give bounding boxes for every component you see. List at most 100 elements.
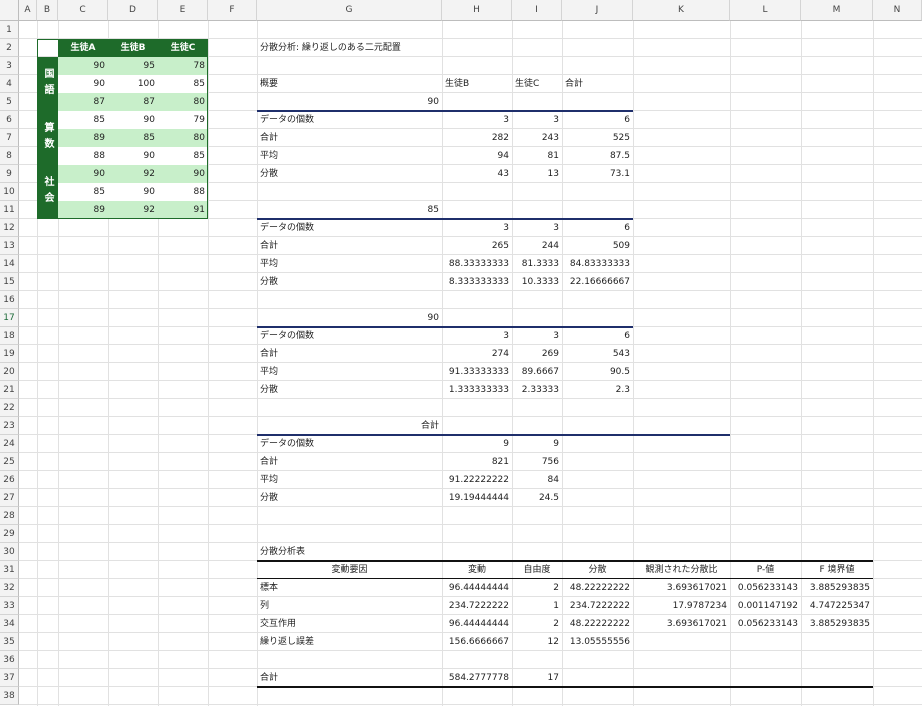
anova-value[interactable]: 0.056233143: [730, 615, 801, 633]
score-cell[interactable]: 90: [158, 165, 208, 183]
row-header-6[interactable]: 6: [0, 111, 19, 129]
stat-value[interactable]: 525: [562, 129, 633, 147]
score-cell[interactable]: 90: [58, 75, 108, 93]
row-header-3[interactable]: 3: [0, 57, 19, 75]
stat-label[interactable]: 分散: [257, 273, 442, 291]
score-cell[interactable]: 85: [58, 183, 108, 201]
score-cell[interactable]: 90: [108, 147, 158, 165]
anova-table-title[interactable]: 分散分析表: [257, 543, 442, 561]
stat-value[interactable]: 9: [512, 435, 562, 453]
table-header-student[interactable]: 生徒B: [108, 39, 158, 57]
anova-value[interactable]: 96.44444444: [442, 615, 512, 633]
stat-value[interactable]: 3: [442, 111, 512, 129]
row-header-33[interactable]: 33: [0, 597, 19, 615]
stat-value[interactable]: 89.6667: [512, 363, 562, 381]
column-header-d[interactable]: D: [108, 0, 158, 21]
score-cell[interactable]: 85: [158, 75, 208, 93]
stat-value[interactable]: 2.33333: [512, 381, 562, 399]
anova-value[interactable]: [801, 633, 873, 651]
anova-value[interactable]: 0.056233143: [730, 579, 801, 597]
stat-value[interactable]: 10.3333: [512, 273, 562, 291]
row-header-18[interactable]: 18: [0, 327, 19, 345]
stat-label[interactable]: データの個数: [257, 219, 442, 237]
summary-header[interactable]: 概要: [257, 75, 442, 93]
stat-value[interactable]: 73.1: [562, 165, 633, 183]
score-cell[interactable]: 80: [158, 129, 208, 147]
score-cell[interactable]: 87: [58, 93, 108, 111]
stat-value[interactable]: 87.5: [562, 147, 633, 165]
stat-value[interactable]: 6: [562, 111, 633, 129]
stat-value[interactable]: 8.333333333: [442, 273, 512, 291]
row-header-27[interactable]: 27: [0, 489, 19, 507]
stat-value[interactable]: 243: [512, 129, 562, 147]
anova-value[interactable]: 4.747225347: [801, 597, 873, 615]
score-cell[interactable]: 80: [158, 93, 208, 111]
stat-value[interactable]: 88.33333333: [442, 255, 512, 273]
anova-value[interactable]: 17.9787234: [633, 597, 730, 615]
anova-table-header[interactable]: 分散: [562, 561, 633, 579]
row-header-8[interactable]: 8: [0, 147, 19, 165]
anova-table-header[interactable]: 変動要因: [257, 561, 442, 579]
group-label[interactable]: 合計: [257, 417, 442, 435]
row-header-26[interactable]: 26: [0, 471, 19, 489]
spreadsheet[interactable]: A B C D E F G H I J K L M N 1 2 3 4 5 6 7 8 9 10 11 12 13 14 15 16 17 1…: [0, 0, 922, 706]
table-header-student[interactable]: 生徒C: [158, 39, 208, 57]
anova-value[interactable]: 48.22222222: [562, 615, 633, 633]
row-header-17[interactable]: 17: [0, 309, 19, 327]
anova-value[interactable]: 234.7222222: [442, 597, 512, 615]
anova-table-header[interactable]: 観測された分散比: [633, 561, 730, 579]
score-cell[interactable]: 100: [108, 75, 158, 93]
column-header-e[interactable]: E: [158, 0, 208, 21]
stat-value[interactable]: 282: [442, 129, 512, 147]
stat-value[interactable]: 43: [442, 165, 512, 183]
column-header-j[interactable]: J: [562, 0, 633, 21]
stat-value[interactable]: 84: [512, 471, 562, 489]
row-header-24[interactable]: 24: [0, 435, 19, 453]
stat-value[interactable]: 3: [512, 327, 562, 345]
group-label[interactable]: 90: [257, 93, 442, 111]
stat-label[interactable]: データの個数: [257, 111, 442, 129]
stat-value[interactable]: 3: [442, 219, 512, 237]
row-header-5[interactable]: 5: [0, 93, 19, 111]
anova-value[interactable]: 584.2777778: [442, 669, 512, 687]
stat-value[interactable]: 81: [512, 147, 562, 165]
stat-value[interactable]: 6: [562, 219, 633, 237]
row-header-19[interactable]: 19: [0, 345, 19, 363]
row-header-7[interactable]: 7: [0, 129, 19, 147]
summary-header[interactable]: 合計: [562, 75, 633, 93]
score-cell[interactable]: 85: [58, 111, 108, 129]
row-header-2[interactable]: 2: [0, 39, 19, 57]
row-header-28[interactable]: 28: [0, 507, 19, 525]
row-header-1[interactable]: 1: [0, 21, 19, 39]
score-cell[interactable]: 90: [108, 183, 158, 201]
score-cell[interactable]: 88: [158, 183, 208, 201]
stat-value[interactable]: 3: [442, 327, 512, 345]
stat-value[interactable]: 13: [512, 165, 562, 183]
stat-value[interactable]: 1.333333333: [442, 381, 512, 399]
group-label[interactable]: 85: [257, 201, 442, 219]
stat-value[interactable]: 22.16666667: [562, 273, 633, 291]
anova-value[interactable]: 156.6666667: [442, 633, 512, 651]
stat-value[interactable]: 90.5: [562, 363, 633, 381]
stat-value[interactable]: 2.3: [562, 381, 633, 399]
row-header-10[interactable]: 10: [0, 183, 19, 201]
stat-value[interactable]: 24.5: [512, 489, 562, 507]
score-cell[interactable]: 87: [108, 93, 158, 111]
row-header-21[interactable]: 21: [0, 381, 19, 399]
anova-table-header[interactable]: 自由度: [512, 561, 562, 579]
anova-value[interactable]: 48.22222222: [562, 579, 633, 597]
stat-value[interactable]: 244: [512, 237, 562, 255]
stat-value[interactable]: 821: [442, 453, 512, 471]
stat-label[interactable]: 合計: [257, 453, 442, 471]
score-cell[interactable]: 89: [58, 201, 108, 219]
row-header-36[interactable]: 36: [0, 651, 19, 669]
row-header-35[interactable]: 35: [0, 633, 19, 651]
anova-value[interactable]: 1: [512, 597, 562, 615]
row-header-9[interactable]: 9: [0, 165, 19, 183]
row-header-15[interactable]: 15: [0, 273, 19, 291]
row-header-13[interactable]: 13: [0, 237, 19, 255]
anova-value[interactable]: 234.7222222: [562, 597, 633, 615]
anova-table-header[interactable]: P-値: [730, 561, 801, 579]
column-header-i[interactable]: I: [512, 0, 562, 21]
anova-value[interactable]: [633, 633, 730, 651]
